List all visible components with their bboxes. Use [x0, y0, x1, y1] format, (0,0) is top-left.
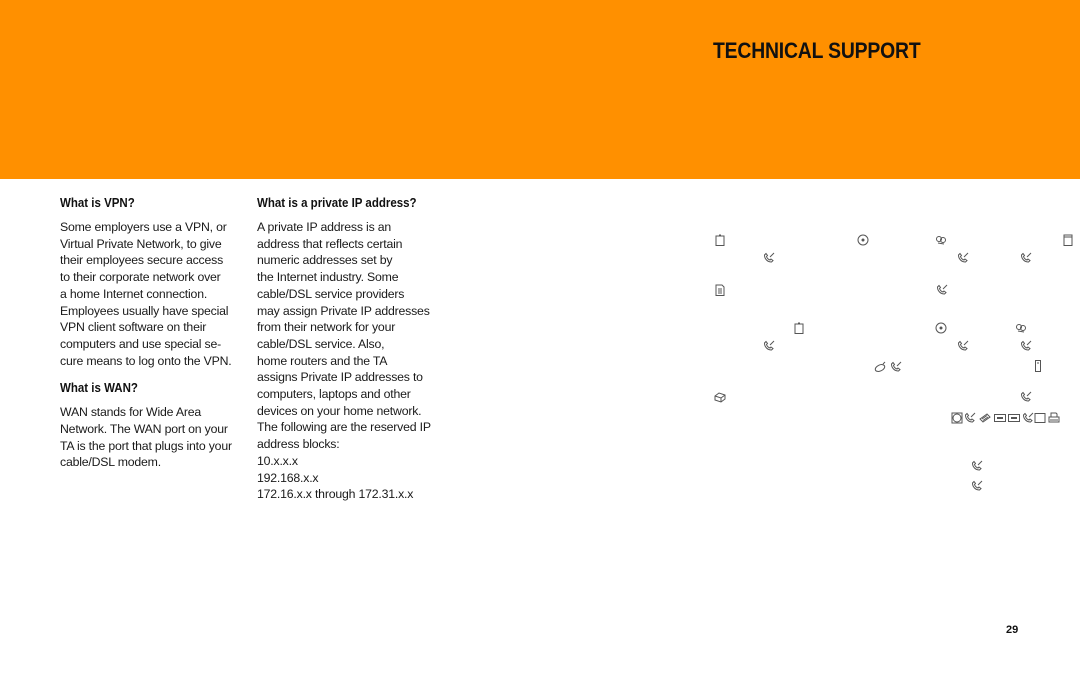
mouse-icon	[874, 361, 886, 373]
drive-icon	[714, 391, 726, 403]
vpn-heading: What is VPN?	[60, 196, 135, 210]
column-middle: What is a private IP address? A private …	[257, 196, 447, 515]
phone-icon	[1020, 391, 1032, 403]
phone-icon	[936, 284, 948, 296]
phone-icon	[971, 460, 983, 472]
network-icon	[935, 234, 947, 246]
disc-icon	[857, 234, 869, 246]
phone-icon	[957, 252, 969, 264]
disc-icon	[935, 322, 947, 334]
screen-icon	[1034, 412, 1046, 424]
vpn-body: Some employers use a VPN, or Virtual Pri…	[60, 220, 232, 368]
phone-icon	[890, 361, 902, 373]
private-ip-body: A private IP address is an address that …	[257, 220, 431, 502]
phone-icon	[763, 252, 775, 264]
device-icon	[1062, 234, 1074, 246]
phone-icon	[763, 340, 775, 352]
document-icon	[714, 284, 726, 296]
slot-icon	[994, 412, 1006, 424]
phone-icon	[957, 340, 969, 352]
header-banner	[0, 0, 1080, 179]
wan-body: WAN stands for Wide Area Network. The WA…	[60, 405, 232, 470]
phone-icon	[971, 480, 983, 492]
clipboard-icon	[793, 322, 805, 334]
phone-icon	[1020, 340, 1032, 352]
private-ip-heading: What is a private IP address?	[257, 196, 417, 210]
slot-icon	[1008, 412, 1020, 424]
keyboard-icon	[979, 412, 991, 424]
clipboard-icon	[714, 234, 726, 246]
tower-icon	[1032, 360, 1044, 372]
page-title: TECHNICAL SUPPORT	[713, 38, 921, 63]
column-left: What is VPN? Some employers use a VPN, o…	[60, 196, 250, 483]
phone-icon	[1022, 412, 1034, 424]
page-number: 29	[1006, 624, 1019, 636]
phone-icon	[964, 412, 976, 424]
phone-icon	[1020, 252, 1032, 264]
network-icon	[1015, 322, 1027, 334]
monitor-icon	[951, 412, 963, 424]
printer-icon	[1048, 412, 1060, 424]
wan-heading: What is WAN?	[60, 381, 138, 396]
